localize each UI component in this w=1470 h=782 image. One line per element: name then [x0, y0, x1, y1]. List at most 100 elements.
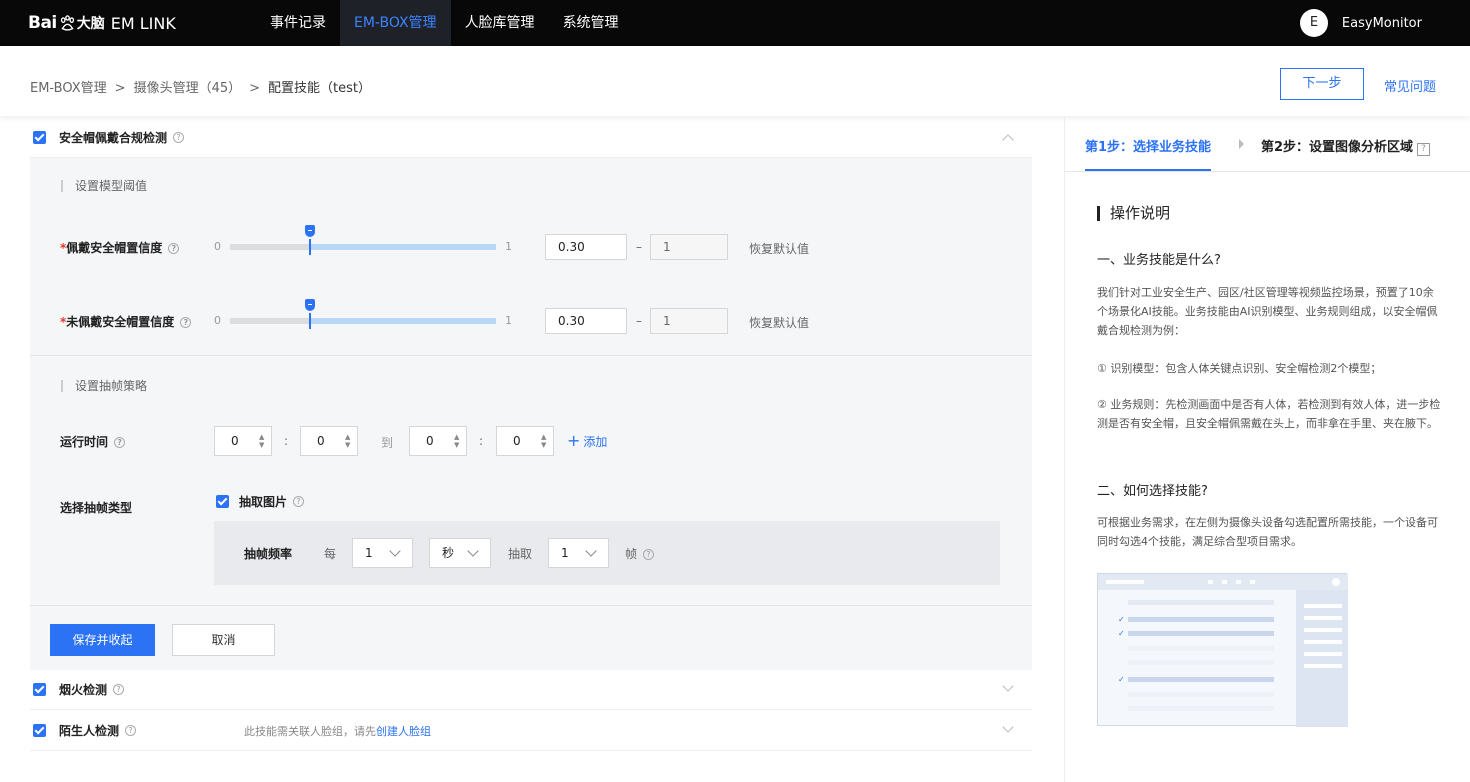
save-and-collapse-button[interactable]: 保存并收起 [50, 624, 155, 656]
chevron-down-icon[interactable] [1002, 721, 1014, 733]
helmet-confidence-label: *佩戴安全帽置信度? [60, 239, 180, 256]
help-illustration: ✓ ✓ ✓ [1097, 573, 1348, 727]
no-helmet-confidence-upper: 1 [650, 308, 728, 334]
step-indicator: 第1步：选择业务技能 第2步：设置图像分析区域? [1065, 118, 1470, 172]
add-time-button[interactable]: + 添加 [567, 431, 607, 450]
nav-em-box-management[interactable]: EM-BOX管理 [340, 0, 451, 46]
range-dash: – [636, 314, 642, 328]
logo-danao-text: 大脑 [76, 16, 105, 32]
nav-face-library[interactable]: 人脸库管理 [451, 0, 549, 46]
range-dash: – [636, 240, 642, 254]
create-face-group-link[interactable]: 创建人脸组 [376, 723, 431, 739]
plus-icon: + [567, 431, 581, 450]
chevron-up-icon[interactable] [1002, 134, 1014, 146]
slider-min-label: 0 [214, 314, 221, 327]
select-value: 1 [365, 546, 373, 560]
stepper-arrows-icon[interactable]: ▲ ▼ [259, 433, 264, 449]
slider-handle-line[interactable] [308, 239, 311, 255]
slider-track[interactable] [230, 299, 496, 329]
page-subheader: EM-BOX管理 > 摄像头管理（45） > 配置技能（test） 下一步 常见问题 [0, 46, 1470, 116]
next-step-button[interactable]: 下一步 [1280, 68, 1364, 100]
time-colon: : [284, 434, 289, 448]
slider-track[interactable] [230, 225, 496, 255]
help-heading: 操作说明 [1097, 206, 1170, 221]
no-helmet-confidence-slider[interactable]: 0 1 [214, 299, 512, 331]
skill-title: 安全帽佩戴合规检测 [59, 131, 168, 145]
end-minute-stepper[interactable]: 0 ▲ ▼ [496, 426, 554, 456]
frequency-label: 抽帧频率 [244, 547, 293, 561]
avatar[interactable]: E [1299, 9, 1328, 37]
faq-link[interactable]: 常见问题 [1384, 76, 1436, 95]
help-icon[interactable]: ? [114, 437, 126, 448]
stepper-value: 0 [426, 434, 434, 448]
help-icon[interactable]: ? [113, 684, 125, 695]
stepper-arrows-icon[interactable]: ▲ ▼ [541, 433, 546, 449]
frame-frequency-box: 抽帧频率 每 1 秒 抽取 1 帧? [214, 521, 1000, 585]
end-hour-stepper[interactable]: 0 ▲ ▼ [409, 426, 467, 456]
help-icon[interactable]: ? [125, 725, 137, 736]
every-label: 每 [324, 547, 337, 561]
step-1-tab[interactable]: 第1步：选择业务技能 [1085, 136, 1212, 171]
help-icon[interactable]: ? [643, 549, 655, 560]
breadcrumb-camera-management[interactable]: 摄像头管理（45） [134, 81, 242, 96]
help-icon[interactable]: ? [168, 243, 180, 254]
skill-checkbox-smoke-fire[interactable] [33, 683, 46, 696]
skill-header-smoke-fire[interactable]: 烟火检测 ? [30, 670, 1032, 710]
cancel-button[interactable]: 取消 [172, 624, 275, 656]
nav-event-records[interactable]: 事件记录 [256, 0, 340, 46]
breadcrumb-em-box[interactable]: EM-BOX管理 [30, 81, 107, 96]
help-icon[interactable]: ? [1417, 143, 1431, 156]
start-minute-stepper[interactable]: 0 ▲ ▼ [300, 426, 358, 456]
slider-handle-line[interactable] [308, 313, 311, 329]
option-label: 抽取图片 [239, 495, 288, 509]
time-to-label: 到 [381, 436, 394, 450]
skill-checkbox-stranger[interactable] [33, 724, 46, 737]
skill-header-helmet[interactable]: 安全帽佩戴合规检测 ? [30, 118, 1032, 158]
select-value: 秒 [442, 546, 455, 560]
extract-image-checkbox[interactable] [216, 495, 229, 508]
frame-text: 帧 [625, 547, 638, 561]
baidu-paw-icon [60, 14, 74, 31]
no-helmet-confidence-input[interactable]: 0.30 [545, 308, 627, 334]
help-icon[interactable]: ? [293, 496, 305, 507]
extract-image-option[interactable]: 抽取图片 ? [216, 493, 305, 510]
helmet-confidence-input[interactable]: 0.30 [545, 234, 627, 260]
slider-range-fill [309, 318, 496, 324]
breadcrumb: EM-BOX管理 > 摄像头管理（45） > 配置技能（test） [30, 77, 371, 96]
help-paragraph-2: ① 识别模型：包含人体关键点识别、安全帽检测2个模型； [1097, 362, 1382, 375]
extract-label: 抽取 [508, 547, 533, 561]
stepper-value: 0 [231, 434, 239, 448]
extract-count-select[interactable]: 1 [548, 538, 609, 568]
stepper-arrows-icon[interactable]: ▲ ▼ [454, 433, 459, 449]
slider-handle[interactable] [304, 225, 315, 237]
reset-default-link[interactable]: 恢复默认值 [749, 240, 809, 257]
slider-handle[interactable] [304, 299, 315, 311]
help-icon[interactable]: ? [180, 317, 192, 328]
svg-text:✓: ✓ [1118, 675, 1125, 684]
field-label: 佩戴安全帽置信度 [66, 241, 163, 255]
stepper-value: 0 [513, 434, 521, 448]
chevron-down-icon[interactable] [1002, 680, 1014, 692]
skill-header-stranger[interactable]: 陌生人检测 ? 此技能需关联人脸组，请先 创建人脸组 [30, 711, 1032, 751]
help-icon[interactable]: ? [173, 132, 185, 143]
field-label: 运行时间 [60, 435, 109, 449]
reset-default-link[interactable]: 恢复默认值 [749, 314, 809, 331]
actions-divider [30, 605, 1032, 606]
start-hour-stepper[interactable]: 0 ▲ ▼ [214, 426, 272, 456]
step-2-tab[interactable]: 第2步：设置图像分析区域? [1261, 136, 1431, 156]
skill-checkbox-helmet[interactable] [33, 131, 46, 144]
stepper-arrows-icon[interactable]: ▲ ▼ [345, 433, 350, 449]
baidu-em-link-logo[interactable]: Bai 大脑 EM LINK [28, 11, 176, 35]
helmet-confidence-slider[interactable]: 0 1 [214, 225, 512, 257]
nav-system-management[interactable]: 系统管理 [549, 0, 633, 46]
frame-unit-label: 帧? [625, 545, 655, 562]
slider-min-label: 0 [214, 240, 221, 253]
time-unit-select[interactable]: 秒 [429, 538, 491, 568]
select-value: 1 [561, 546, 569, 560]
field-label: 未佩戴安全帽置信度 [66, 315, 175, 329]
help-panel: 第1步：选择业务技能 第2步：设置图像分析区域? 操作说明 一、业务技能是什么?… [1064, 118, 1470, 782]
user-name[interactable]: EasyMonitor [1342, 16, 1422, 31]
user-menu[interactable]: E EasyMonitor [1299, 9, 1422, 37]
skill-title: 烟火检测 [59, 683, 108, 697]
every-value-select[interactable]: 1 [352, 538, 413, 568]
